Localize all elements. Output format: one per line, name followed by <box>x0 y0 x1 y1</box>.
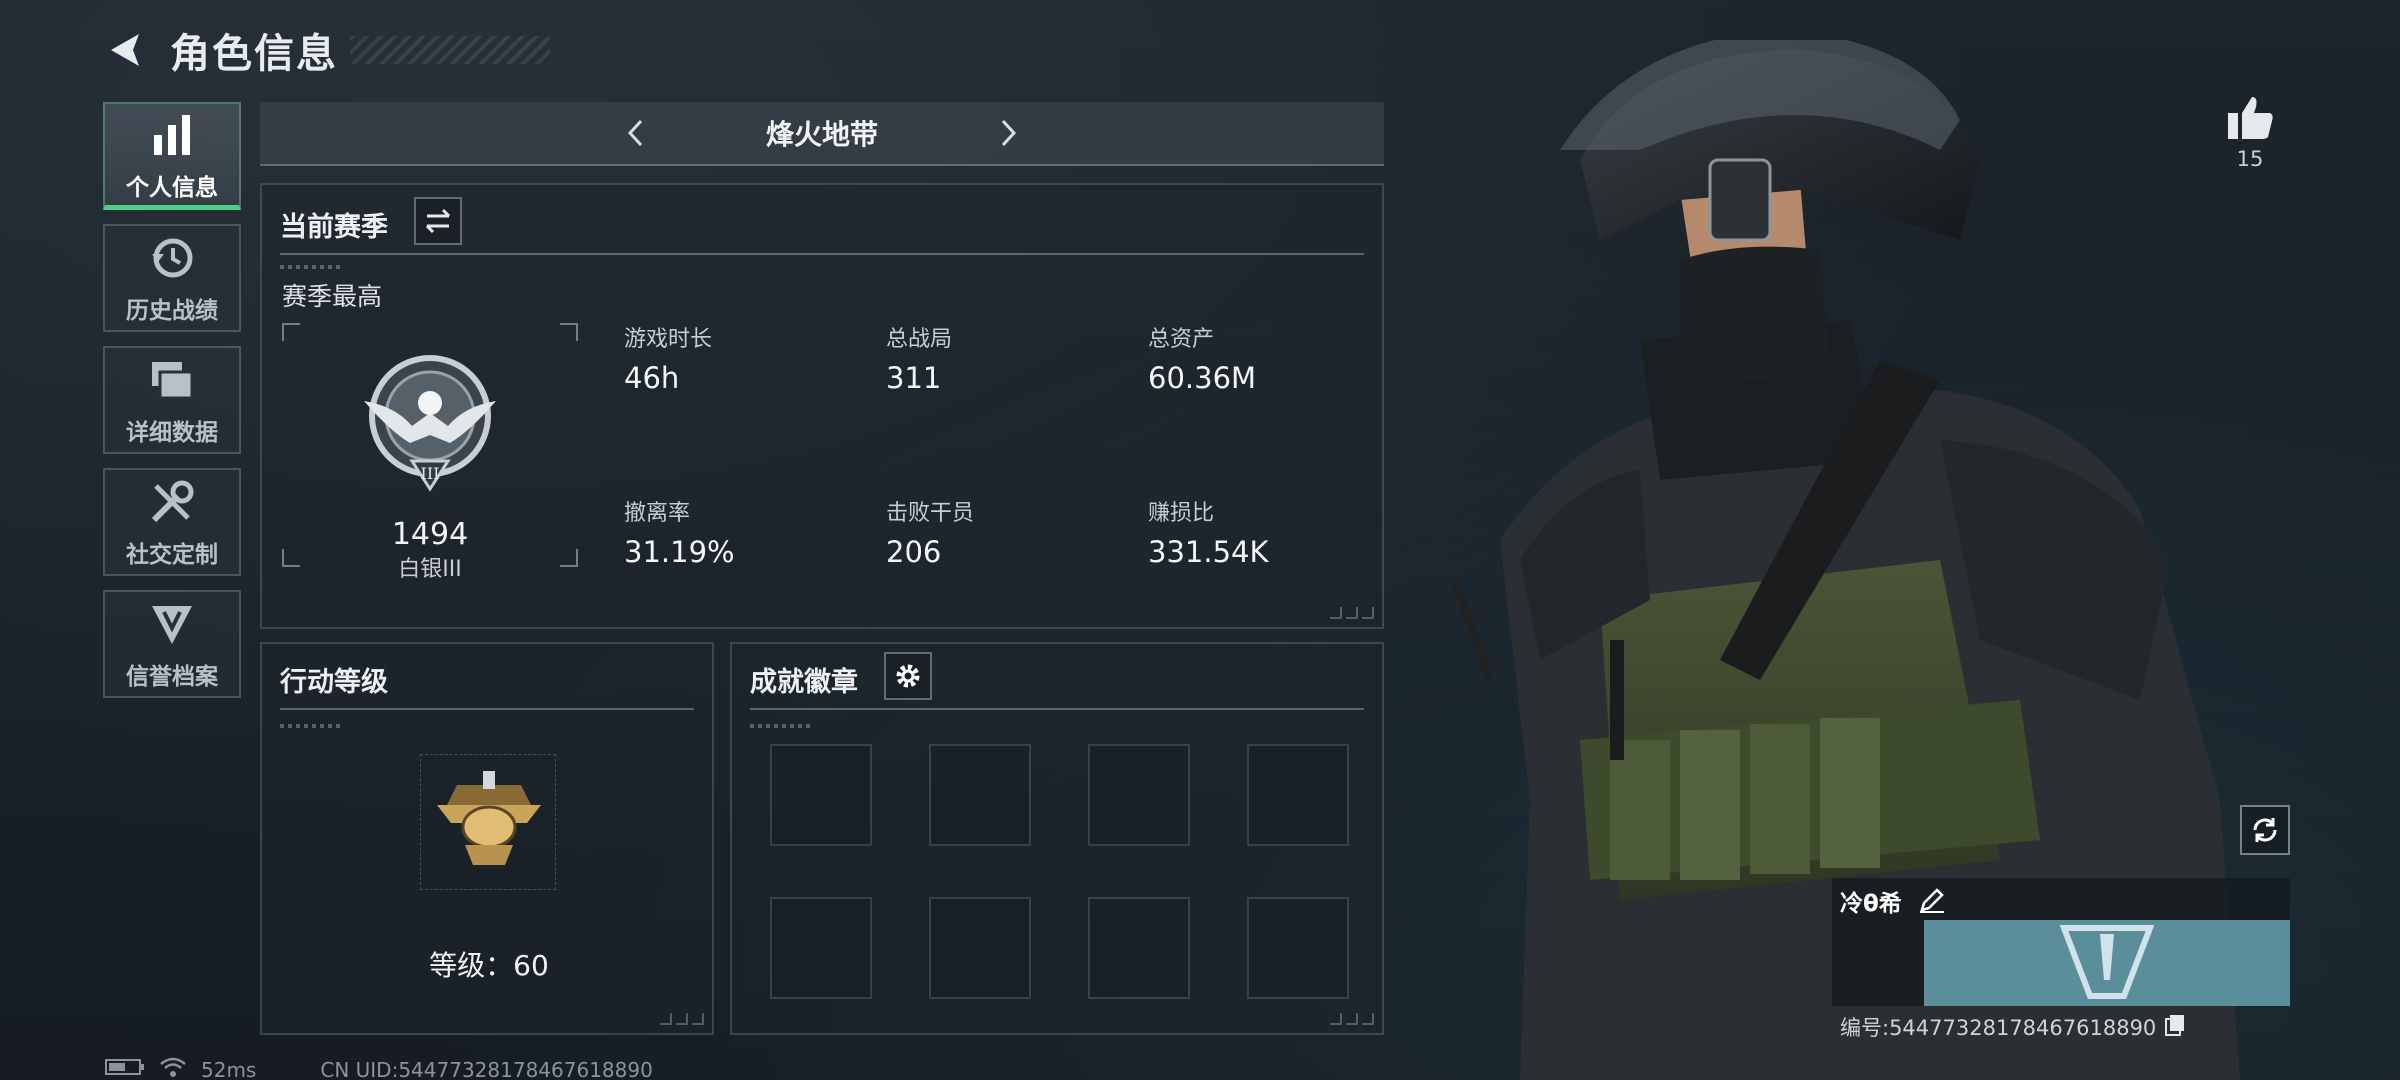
nav-label: 个人信息 <box>126 174 218 201</box>
mode-selector: 烽火地带 <box>260 102 1384 166</box>
decor-dots <box>280 265 340 269</box>
badge-slot[interactable] <box>770 744 872 846</box>
history-icon <box>145 231 199 285</box>
title-decoration <box>350 36 550 64</box>
page-header: 角色信息 <box>100 20 550 80</box>
back-arrow-icon[interactable] <box>100 25 150 75</box>
page-title: 角色信息 <box>170 31 338 77</box>
tools-icon <box>145 475 199 529</box>
nav-label: 社交定制 <box>126 542 218 568</box>
level-text: 等级：60 <box>429 949 549 982</box>
nav-label: 信誉档案 <box>126 664 218 690</box>
action-level-panel: 行动等级 等级：60 <box>260 642 714 1035</box>
season-divider <box>280 253 1364 255</box>
decor-dots <box>750 724 810 728</box>
badge-slot[interactable] <box>770 897 872 999</box>
action-level-divider <box>280 708 694 710</box>
ping-value: 52ms <box>201 1057 257 1080</box>
mode-name: 烽火地带 <box>765 118 878 151</box>
badge-slot[interactable] <box>1247 744 1349 846</box>
edit-name-icon[interactable] <box>1918 886 1946 918</box>
nav-item-personal-info[interactable]: 个人信息 <box>103 102 241 210</box>
like-widget: 15 <box>2220 95 2280 171</box>
level-emblem-frame <box>420 754 556 890</box>
stat-value-extract-rate: 31.19% <box>624 535 735 569</box>
refresh-icon <box>2253 818 2277 842</box>
achievements-title: 成就徽章 <box>750 667 858 698</box>
badge-slot[interactable] <box>929 897 1031 999</box>
stat-label-total-matches: 总战局 <box>886 327 953 352</box>
season-panel: 当前赛季 赛季最高 III 1494 白银III 游戏时长 46h 总战局 31… <box>260 183 1384 629</box>
side-nav: 个人信息 历史战绩 详细数据 社交定制 信誉档案 <box>103 102 241 712</box>
season-subtitle: 赛季最高 <box>282 282 383 311</box>
badge-slot[interactable] <box>1247 897 1349 999</box>
name-card-logo-icon <box>2059 925 2155 999</box>
nav-item-reputation[interactable]: 信誉档案 <box>103 590 241 698</box>
stat-label-profit-ratio: 赚损比 <box>1148 501 1215 526</box>
rank-frame: III 1494 白银III <box>282 323 578 582</box>
nav-label: 详细数据 <box>126 420 218 446</box>
stat-value-profit-ratio: 331.54K <box>1148 535 1269 569</box>
player-name: 冷θ希 <box>1840 891 1902 917</box>
nav-item-social-custom[interactable]: 社交定制 <box>103 468 241 576</box>
name-card-plate <box>1924 920 2290 1006</box>
nav-item-detail-data[interactable]: 详细数据 <box>103 346 241 454</box>
stat-value-playtime: 46h <box>624 361 680 395</box>
rank-score: 1494 <box>391 517 469 552</box>
season-title: 当前赛季 <box>280 212 388 243</box>
swap-icon <box>425 208 451 234</box>
stat-label-extract-rate: 撤离率 <box>624 501 691 526</box>
stat-value-total-matches: 311 <box>886 361 942 395</box>
uid-text: CN UID:544773281784676188​90 <box>320 1057 653 1080</box>
rotate-character-button[interactable] <box>2240 805 2290 855</box>
status-footer: 52ms CN UID:544773281784676188​90 <box>105 1056 653 1080</box>
badge-slot[interactable] <box>1088 897 1190 999</box>
stat-label-kills: 击败干员 <box>886 501 975 526</box>
switch-season-button[interactable] <box>414 197 462 245</box>
player-id-row: 编号:5447732817846761889​0 <box>1840 1012 2186 1042</box>
player-card: 冷θ希 <box>1832 878 2290 1006</box>
prev-mode-button[interactable] <box>616 113 656 153</box>
nav-item-history[interactable]: 历史战绩 <box>103 224 241 332</box>
bar-chart-icon <box>145 108 199 162</box>
wifi-icon <box>159 1056 187 1080</box>
action-level-title: 行动等级 <box>280 667 388 698</box>
shield-icon <box>145 597 199 651</box>
gear-icon <box>896 664 920 688</box>
badge-slot[interactable] <box>929 744 1031 846</box>
stat-label-playtime: 游戏时长 <box>624 327 713 352</box>
achievements-divider <box>750 708 1364 710</box>
thumbs-up-icon[interactable] <box>2220 95 2280 141</box>
rank-name: 白银III <box>398 557 462 582</box>
rank-tier-numeral: III <box>421 464 440 483</box>
player-id: 编号:5447732817846761889​0 <box>1840 1016 2157 1040</box>
decor-dots <box>280 724 340 728</box>
copy-icon[interactable] <box>2164 1013 2186 1042</box>
next-mode-button[interactable] <box>988 113 1028 153</box>
nav-label: 历史战绩 <box>126 298 218 324</box>
folders-icon <box>145 353 199 407</box>
panel-corner-marks <box>1330 1013 1374 1025</box>
panel-corner-marks <box>660 1013 704 1025</box>
like-count: 15 <box>2236 147 2264 171</box>
rank-emblem-icon: III <box>360 351 500 501</box>
stat-label-total-assets: 总资产 <box>1148 327 1215 352</box>
battery-icon <box>105 1057 145 1080</box>
stat-value-kills: 206 <box>886 535 942 569</box>
level-emblem-icon <box>427 765 551 885</box>
badge-slot[interactable] <box>1088 744 1190 846</box>
achievements-panel: 成就徽章 <box>730 642 1384 1035</box>
panel-corner-marks <box>1330 607 1374 619</box>
achievement-settings-button[interactable] <box>884 652 932 700</box>
stat-value-total-assets: 60.36M <box>1148 361 1257 395</box>
